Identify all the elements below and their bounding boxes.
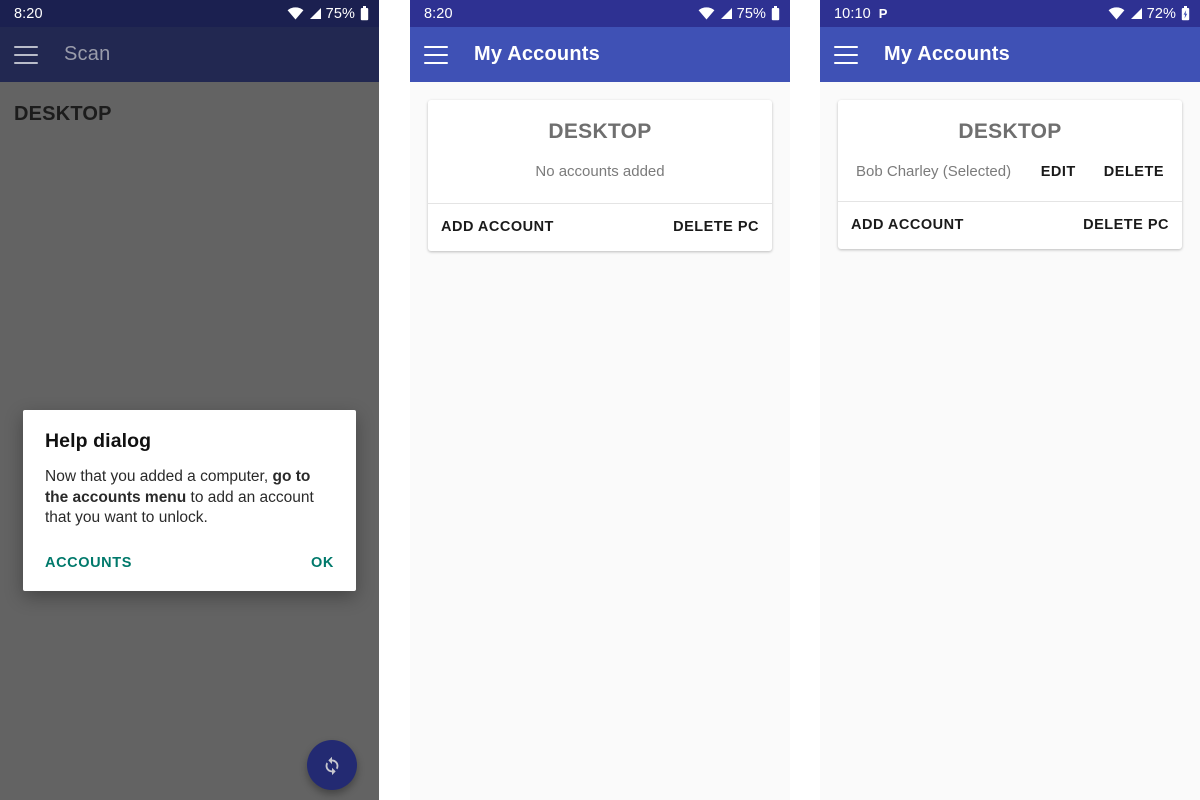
ok-button[interactable]: OK	[311, 555, 334, 571]
dialog-actions: ACCOUNTS OK	[45, 555, 334, 579]
app-bar: My Accounts	[820, 27, 1200, 82]
edit-account-button[interactable]: EDIT	[1041, 164, 1076, 180]
hamburger-menu-icon[interactable]	[424, 45, 448, 64]
scan-content: DESKTOP Help dialog Now that you added a…	[0, 82, 379, 800]
screen-my-accounts-empty: 8:20 75% My Accounts DESKTOP No accounts…	[410, 0, 790, 800]
add-account-button[interactable]: ADD ACCOUNT	[441, 219, 554, 235]
app-bar: My Accounts	[410, 27, 790, 82]
status-bar-right: 75%	[287, 6, 369, 22]
pc-card-actions: ADD ACCOUNT DELETE PC	[428, 204, 772, 251]
status-clock: 10:10	[834, 5, 871, 22]
app-bar-title: Scan	[64, 43, 111, 65]
pc-card-actions: ADD ACCOUNT DELETE PC	[838, 202, 1182, 249]
app-bar: Scan	[0, 27, 379, 82]
battery-percent: 72%	[1146, 5, 1176, 22]
delete-account-button[interactable]: DELETE	[1104, 164, 1164, 180]
pc-card: DESKTOP Bob Charley (Selected) EDIT DELE…	[838, 100, 1182, 249]
dialog-title: Help dialog	[45, 430, 152, 452]
pc-card-empty-message: No accounts added	[535, 163, 665, 180]
status-bar-left: 8:20	[424, 6, 453, 22]
account-name: Bob Charley (Selected)	[856, 163, 1012, 180]
status-bar: 8:20 75%	[0, 0, 379, 27]
accounts-button[interactable]: ACCOUNTS	[45, 555, 132, 571]
dialog-scrim: Help dialog Now that you added a compute…	[0, 82, 379, 800]
accounts-content: DESKTOP Bob Charley (Selected) EDIT DELE…	[820, 82, 1200, 800]
wifi-icon	[698, 7, 715, 20]
battery-icon	[360, 6, 369, 21]
wifi-icon	[287, 7, 304, 20]
status-bar: 8:20 75%	[410, 0, 790, 27]
status-clock: 8:20	[14, 5, 43, 22]
app-bar-title: My Accounts	[474, 43, 600, 65]
status-clock: 8:20	[424, 5, 453, 22]
cellular-signal-icon	[1129, 7, 1143, 20]
dialog-body-lead: Now that you added a computer,	[45, 468, 273, 485]
status-bar-right: 72%	[1108, 6, 1190, 22]
dialog-body: Now that you added a computer, go to the…	[45, 467, 334, 529]
account-row-actions: EDIT DELETE	[1041, 164, 1164, 180]
hamburger-menu-icon[interactable]	[834, 45, 858, 64]
pc-card-title: DESKTOP	[958, 120, 1062, 143]
account-row[interactable]: Bob Charley (Selected) EDIT DELETE	[838, 144, 1182, 201]
parking-badge-icon: P	[878, 6, 888, 21]
help-dialog: Help dialog Now that you added a compute…	[23, 410, 356, 591]
status-bar-right: 75%	[698, 6, 780, 22]
battery-percent: 75%	[325, 5, 355, 22]
delete-pc-button[interactable]: DELETE PC	[673, 219, 759, 235]
accounts-content: DESKTOP No accounts added ADD ACCOUNT DE…	[410, 82, 790, 800]
battery-icon	[771, 6, 780, 21]
cellular-signal-icon	[719, 7, 733, 20]
battery-charging-icon	[1181, 6, 1190, 21]
screen-scan: 8:20 75% Scan DESKTOP Help dialog Now th…	[0, 0, 379, 800]
pc-card-title: DESKTOP	[548, 120, 652, 143]
battery-percent: 75%	[736, 5, 766, 22]
status-bar-left: 10:10 P	[834, 6, 888, 22]
status-bar: 10:10 P 72%	[820, 0, 1200, 27]
status-bar-left: 8:20	[14, 6, 43, 22]
add-account-button[interactable]: ADD ACCOUNT	[851, 217, 964, 233]
delete-pc-button[interactable]: DELETE PC	[1083, 217, 1169, 233]
screen-my-accounts-populated: 10:10 P 72% My Accounts DESKTOP Bob Char…	[820, 0, 1200, 800]
app-bar-title: My Accounts	[884, 43, 1010, 65]
screenshot-triptych: 8:20 75% Scan DESKTOP Help dialog Now th…	[0, 0, 1200, 800]
wifi-icon	[1108, 7, 1125, 20]
hamburger-menu-icon[interactable]	[14, 45, 38, 64]
cellular-signal-icon	[308, 7, 322, 20]
pc-card: DESKTOP No accounts added ADD ACCOUNT DE…	[428, 100, 772, 251]
